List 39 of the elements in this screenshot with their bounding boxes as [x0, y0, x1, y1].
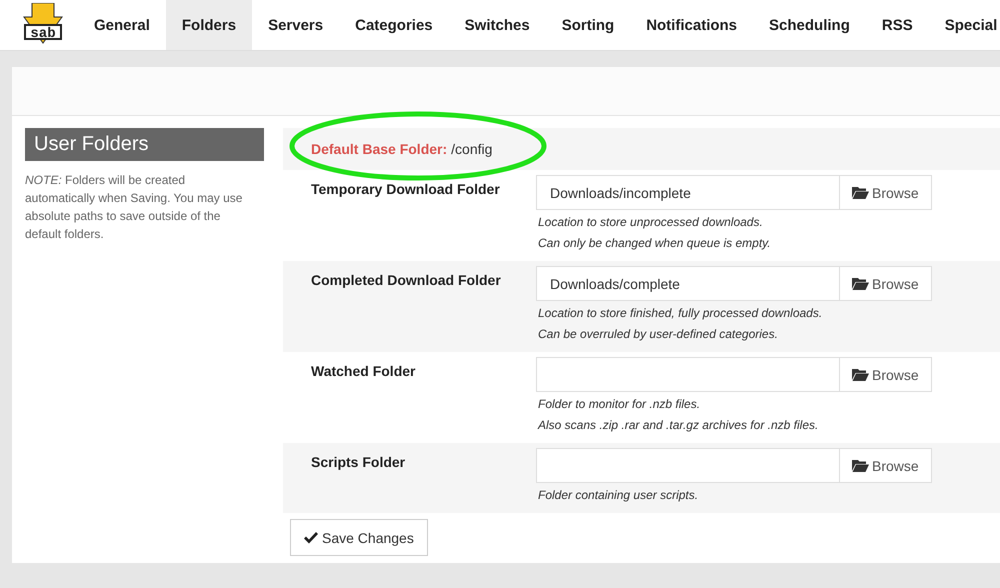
nav-tab[interactable]: Scheduling: [753, 0, 866, 50]
nav-tab[interactable]: Folders: [166, 0, 252, 50]
nav-tab[interactable]: Special: [928, 0, 1000, 50]
field-label: Scripts Folder: [311, 453, 406, 472]
base-folder-label: Default Base Folder:: [311, 141, 448, 157]
folder-icon: [852, 186, 869, 199]
browse-button[interactable]: Browse: [839, 266, 932, 301]
folder-icon: [852, 459, 869, 472]
folder-input[interactable]: Downloads/incomplete: [536, 175, 839, 210]
nav-tab[interactable]: RSS: [866, 0, 929, 50]
nav-tab[interactable]: General: [78, 0, 166, 50]
folder-icon: [852, 368, 869, 381]
nav-tab[interactable]: Switches: [448, 0, 546, 50]
folder-input[interactable]: [536, 357, 839, 392]
help-text: Can only be changed when queue is empty.: [538, 235, 772, 252]
folder-input[interactable]: [536, 448, 839, 483]
note-text: NOTE: Folders will be created automatically when Saving. You may use absolute paths to save outside of the default folders.: [25, 172, 244, 243]
folder-icon: [852, 277, 869, 290]
nav-tab[interactable]: Sorting: [546, 0, 630, 50]
section-title: User Folders: [25, 128, 264, 161]
base-folder-value: /config: [451, 141, 492, 157]
save-button[interactable]: Save Changes: [290, 519, 428, 556]
help-text: Folder to monitor for .nzb files.: [538, 396, 702, 413]
nav-tab[interactable]: Categories: [339, 0, 449, 50]
browse-button[interactable]: Browse: [839, 357, 932, 392]
check-icon: [304, 532, 318, 544]
browse-button[interactable]: Browse: [839, 175, 932, 210]
field-label: Watched Folder: [311, 362, 416, 381]
folder-input[interactable]: Downloads/complete: [536, 266, 839, 301]
nav-tab[interactable]: Servers: [252, 0, 340, 50]
field-label: Completed Download Folder: [311, 271, 502, 290]
help-text: Folder containing user scripts.: [538, 487, 700, 504]
help-text: Can be overruled by user-defined categories.: [538, 326, 779, 343]
field-label: Temporary Download Folder: [311, 180, 501, 199]
help-text: Also scans .zip .rar and .tar.gz archives for .nzb files.: [538, 417, 820, 434]
help-text: Location to store finished, fully processed downloads.: [538, 305, 824, 322]
help-text: Location to store unprocessed downloads.: [538, 214, 764, 231]
browse-button[interactable]: Browse: [839, 448, 932, 483]
nav-tab[interactable]: Notifications: [630, 0, 754, 50]
